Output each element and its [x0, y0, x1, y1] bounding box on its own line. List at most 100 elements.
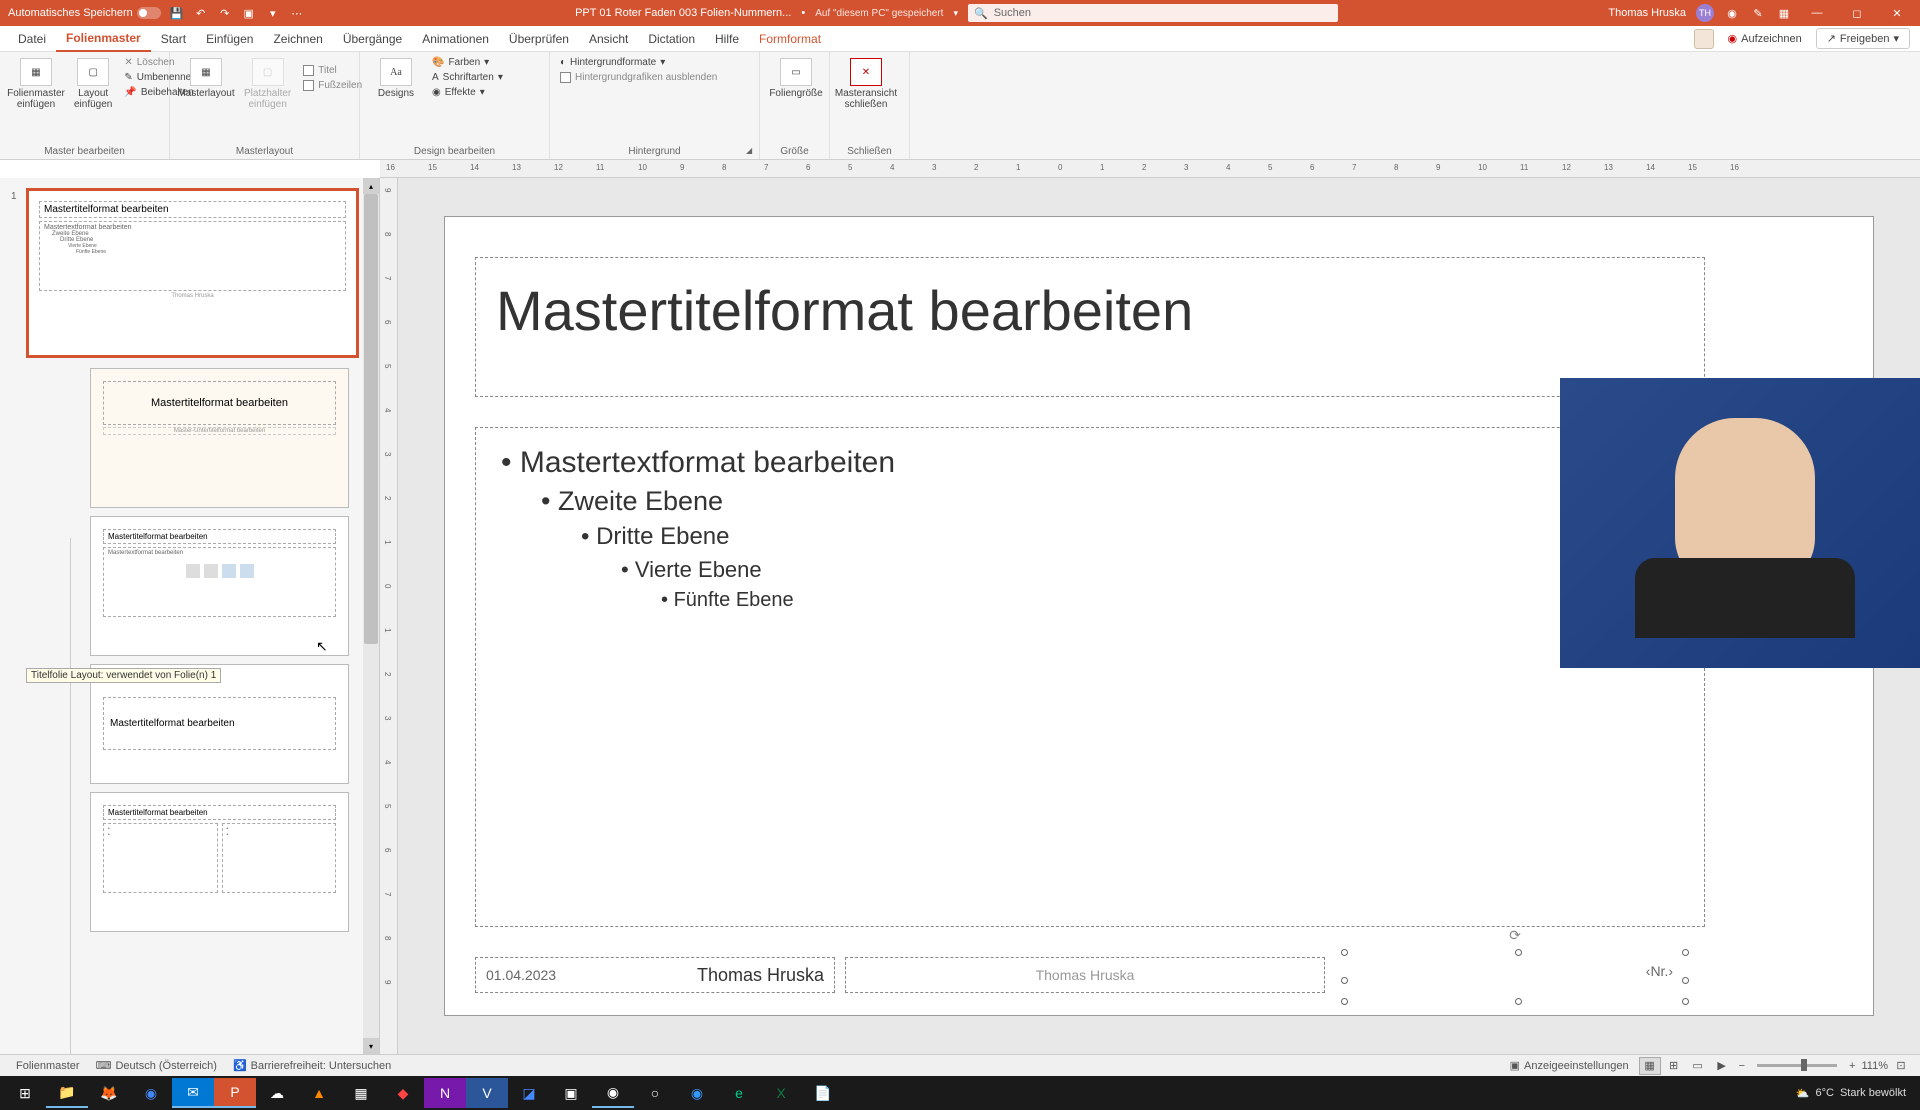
user-avatar[interactable]: TH: [1696, 4, 1714, 22]
slidenumber-placeholder-selected[interactable]: ⟳ ‹Nr.›: [1345, 953, 1685, 1001]
footers-checkbox[interactable]: Fußzeilen: [301, 79, 364, 92]
app-icon-2[interactable]: ▦: [340, 1078, 382, 1108]
slide-canvas[interactable]: Mastertitelformat bearbeiten Mastertextf…: [398, 178, 1920, 1054]
share-button[interactable]: ↗Freigeben▾: [1816, 28, 1910, 49]
start-button[interactable]: ⊞: [4, 1078, 46, 1108]
redo-icon[interactable]: ↷: [217, 5, 233, 21]
insert-layout-button[interactable]: ▢Layout einfügen: [70, 56, 116, 112]
tab-einfuegen[interactable]: Einfügen: [196, 26, 263, 52]
excel-icon[interactable]: X: [760, 1078, 802, 1108]
background-styles-button[interactable]: ◐Hintergrundformate▾: [558, 56, 719, 69]
window-layout-icon[interactable]: ▦: [1776, 5, 1792, 21]
onenote-icon[interactable]: N: [424, 1078, 466, 1108]
footer-placeholder[interactable]: Thomas Hruska: [845, 957, 1325, 993]
app-icon-7[interactable]: ◉: [676, 1078, 718, 1108]
horizontal-ruler[interactable]: 1615141312111098765432101234567891011121…: [380, 160, 1920, 178]
comments-button[interactable]: [1694, 29, 1714, 49]
coming-soon-icon[interactable]: ◉: [1724, 5, 1740, 21]
zoom-out-button[interactable]: −: [1735, 1060, 1749, 1072]
layout-thumbnail-4[interactable]: Mastertitelformat bearbeiten •• ••: [90, 792, 349, 932]
app-icon-6[interactable]: ○: [634, 1078, 676, 1108]
tab-zeichnen[interactable]: Zeichnen: [263, 26, 332, 52]
obs-icon[interactable]: ◉: [592, 1078, 634, 1108]
effects-button[interactable]: ◉Effekte▾: [430, 86, 505, 99]
fit-window-button[interactable]: ⊡: [1890, 1057, 1912, 1075]
tab-datei[interactable]: Datei: [8, 26, 56, 52]
app-icon-3[interactable]: ◆: [382, 1078, 424, 1108]
tab-ansicht[interactable]: Ansicht: [579, 26, 638, 52]
tab-folienmaster[interactable]: Folienmaster: [56, 26, 151, 52]
slideshow-view-button[interactable]: ▶: [1711, 1057, 1733, 1075]
designs-button[interactable]: AaDesigns: [368, 56, 424, 101]
status-accessibility[interactable]: ♿Barrierefreiheit: Untersuchen: [225, 1059, 399, 1072]
close-button[interactable]: ✕: [1882, 0, 1912, 26]
sorter-view-button[interactable]: ⊞: [1663, 1057, 1685, 1075]
title-placeholder[interactable]: Mastertitelformat bearbeiten: [475, 257, 1705, 397]
weather-widget[interactable]: ⛅ 6°C Stark bewölkt: [1796, 1087, 1906, 1100]
app-icon-8[interactable]: 📄: [802, 1078, 844, 1108]
app-icon-1[interactable]: ☁: [256, 1078, 298, 1108]
scroll-thumb[interactable]: [364, 194, 378, 644]
accessibility-icon: ♿: [233, 1059, 247, 1072]
tab-uebergaenge[interactable]: Übergänge: [333, 26, 412, 52]
search-input[interactable]: 🔍 Suchen: [968, 4, 1338, 22]
master-thumbnail[interactable]: 1 Mastertitelformat bearbeiten Mastertex…: [26, 188, 359, 358]
display-settings-button[interactable]: ▣Anzeigeeinstellungen: [1502, 1059, 1637, 1072]
minimize-button[interactable]: —: [1802, 0, 1832, 26]
layout-thumbnail-2[interactable]: Mastertitelformat bearbeiten Mastertextf…: [90, 516, 349, 656]
tab-animationen[interactable]: Animationen: [412, 26, 499, 52]
quick-access-more-icon[interactable]: ▾: [265, 5, 281, 21]
zoom-level[interactable]: 111%: [1861, 1060, 1888, 1072]
group-master-edit: Master bearbeiten: [0, 146, 169, 157]
title-checkbox[interactable]: Titel: [301, 64, 364, 77]
body-placeholder[interactable]: Mastertextformat bearbeiten Zweite Ebene…: [475, 427, 1705, 927]
autosave-toggle[interactable]: Automatisches Speichern: [8, 7, 161, 19]
visio-icon[interactable]: V: [466, 1078, 508, 1108]
scroll-down-icon[interactable]: ▾: [363, 1038, 379, 1054]
layout-thumbnail-1[interactable]: Mastertitelformat bearbeiten Master-Unte…: [90, 368, 349, 508]
app-icon-5[interactable]: ▣: [550, 1078, 592, 1108]
edge-icon[interactable]: e: [718, 1078, 760, 1108]
insert-slidemaster-button[interactable]: ▦Folienmaster einfügen: [8, 56, 64, 112]
record-button[interactable]: ◉Aufzeichnen: [1722, 30, 1808, 47]
customize-qat-icon[interactable]: ⋯: [289, 5, 305, 21]
tab-formformat[interactable]: Formformat: [749, 26, 831, 52]
bg-dialog-launcher[interactable]: ◢: [746, 146, 756, 156]
status-view-mode[interactable]: Folienmaster: [8, 1060, 88, 1072]
zoom-in-button[interactable]: +: [1845, 1060, 1859, 1072]
tab-start[interactable]: Start: [151, 26, 196, 52]
rotate-handle-icon[interactable]: ⟳: [1509, 927, 1521, 944]
vertical-ruler[interactable]: 9876543210123456789: [380, 178, 398, 1054]
present-icon[interactable]: ▣: [241, 5, 257, 21]
tab-dictation[interactable]: Dictation: [638, 26, 705, 52]
save-location[interactable]: Auf "diesem PC" gespeichert: [815, 8, 943, 19]
status-language[interactable]: ⌨Deutsch (Österreich): [88, 1059, 225, 1072]
date-placeholder[interactable]: 01.04.2023 Thomas Hruska: [475, 957, 835, 993]
user-name[interactable]: Thomas Hruska: [1608, 7, 1686, 19]
hide-bg-graphics-checkbox[interactable]: Hintergrundgrafiken ausblenden: [558, 71, 719, 84]
thumbnail-scrollbar[interactable]: ▴ ▾: [363, 178, 379, 1054]
slide-size-button[interactable]: ▭Foliengröße: [768, 56, 824, 101]
placeholder-button: ▢Platzhalter einfügen: [240, 56, 295, 112]
tab-hilfe[interactable]: Hilfe: [705, 26, 749, 52]
save-icon[interactable]: 💾: [169, 5, 185, 21]
colors-button[interactable]: 🎨Farben▾: [430, 56, 505, 69]
masterlayout-button[interactable]: ▦Masterlayout: [178, 56, 234, 101]
normal-view-button[interactable]: ▦: [1639, 1057, 1661, 1075]
tab-ueberpruefen[interactable]: Überprüfen: [499, 26, 579, 52]
chrome-icon[interactable]: ◉: [130, 1078, 172, 1108]
scroll-up-icon[interactable]: ▴: [363, 178, 379, 194]
reading-view-button[interactable]: ▭: [1687, 1057, 1709, 1075]
outlook-icon[interactable]: ✉: [172, 1078, 214, 1108]
undo-icon[interactable]: ↶: [193, 5, 209, 21]
powerpoint-icon[interactable]: P: [214, 1078, 256, 1108]
close-master-button[interactable]: ✕Masteransicht schließen: [838, 56, 894, 112]
firefox-icon[interactable]: 🦊: [88, 1078, 130, 1108]
maximize-button[interactable]: ◻: [1842, 0, 1872, 26]
zoom-slider[interactable]: [1757, 1064, 1837, 1067]
pen-icon[interactable]: ✎: [1750, 5, 1766, 21]
fonts-button[interactable]: ASchriftarten▾: [430, 71, 505, 84]
explorer-icon[interactable]: 📁: [46, 1078, 88, 1108]
vlc-icon[interactable]: ▲: [298, 1078, 340, 1108]
app-icon-4[interactable]: ◪: [508, 1078, 550, 1108]
